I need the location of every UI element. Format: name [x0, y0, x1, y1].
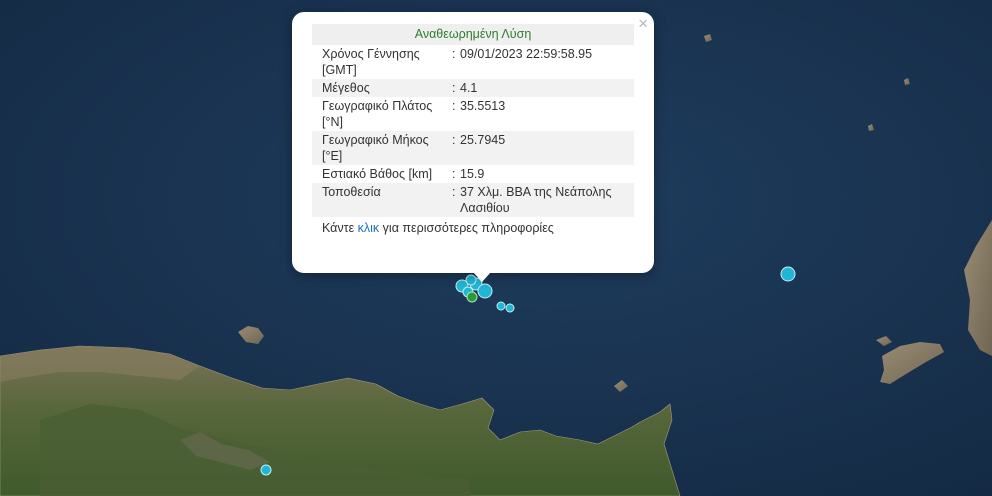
- more-info-suffix: για περισσότερες πληροφορίες: [382, 221, 554, 235]
- location-label: Τοποθεσία: [312, 183, 452, 217]
- table-row: Γεωγραφικό Μήκος [°E] : 25.7945: [312, 131, 634, 165]
- quake-marker[interactable]: [505, 303, 515, 313]
- selected-quake-marker[interactable]: [466, 291, 478, 303]
- origin-time-value: 09/01/2023 22:59:58.95: [460, 47, 593, 61]
- popup-title: Αναθεωρημένη Λύση: [312, 24, 634, 45]
- quake-marker[interactable]: [780, 266, 796, 282]
- earthquake-details-table: Χρόνος Γέννησης [GMT] : 09/01/2023 22:59…: [312, 45, 634, 217]
- table-row: Εστιακό Βάθος [km] : 15.9: [312, 165, 634, 183]
- close-icon[interactable]: ×: [638, 14, 648, 34]
- quake-marker[interactable]: [477, 283, 493, 299]
- longitude-label: Γεωγραφικό Μήκος [°E]: [312, 131, 452, 165]
- table-row: Μέγεθος : 4.1: [312, 79, 634, 97]
- location-value: 37 Χλμ. ΒΒΑ της Νεάπολης Λασιθίου: [456, 183, 634, 217]
- more-info-line: Κάντε κλικ για περισσότερες πληροφορίες: [312, 217, 634, 239]
- more-info-prefix: Κάντε: [322, 221, 355, 235]
- row-separator: :: [452, 167, 456, 181]
- latitude-value: 35.5513: [460, 99, 506, 113]
- quake-marker[interactable]: [260, 464, 272, 476]
- depth-value: 15.9: [460, 167, 485, 181]
- table-row: Γεωγραφικό Πλάτος [°N] : 35.5513: [312, 97, 634, 131]
- depth-label: Εστιακό Βάθος [km]: [322, 167, 433, 181]
- origin-time-label: Χρόνος Γέννησης [GMT]: [322, 47, 420, 77]
- magnitude-label: Μέγεθος: [312, 79, 452, 97]
- table-row: Τοποθεσία : 37 Χλμ. ΒΒΑ της Νεάπολης Λασ…: [312, 183, 634, 217]
- table-row: Χρόνος Γέννησης [GMT] : 09/01/2023 22:59…: [312, 45, 634, 79]
- popup-pointer: [473, 272, 491, 282]
- quake-marker[interactable]: [496, 301, 506, 311]
- longitude-value: 25.7945: [456, 131, 634, 165]
- more-info-link[interactable]: κλικ: [358, 221, 380, 235]
- magnitude-value: 4.1: [456, 79, 634, 97]
- row-separator: :: [452, 79, 456, 97]
- latitude-label: Γεωγραφικό Πλάτος [°N]: [322, 99, 433, 129]
- earthquake-info-popup: × Αναθεωρημένη Λύση Χρόνος Γέννησης [GMT…: [292, 12, 654, 273]
